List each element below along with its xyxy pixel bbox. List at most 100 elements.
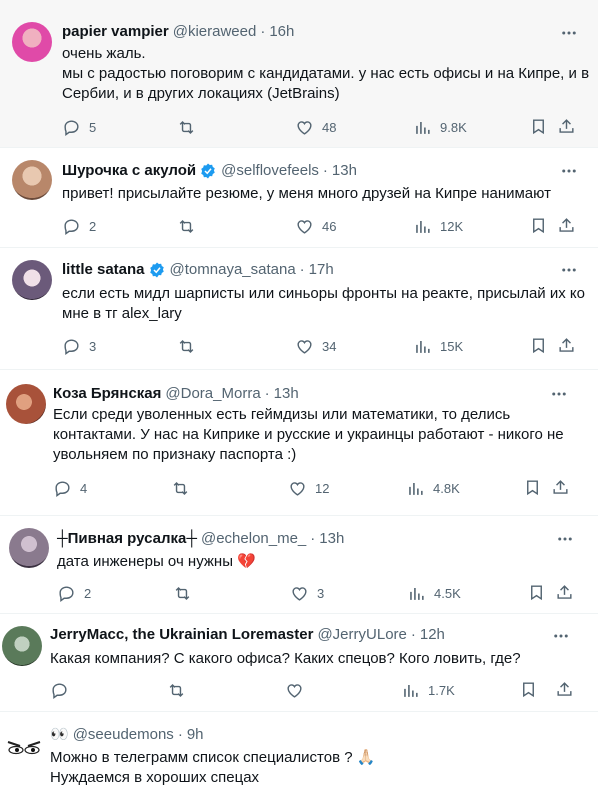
reply-button[interactable] — [50, 680, 69, 700]
bookmark-icon[interactable] — [529, 117, 548, 136]
like-button[interactable]: 34 — [295, 336, 336, 356]
tweet[interactable]: papier vampier @kieraweed · 16h очень жа… — [0, 0, 598, 148]
bookmark-icon[interactable] — [523, 478, 542, 497]
tweet[interactable]: ┼Пивная русалка┼ @echelon_me_ · 13h дата… — [0, 516, 598, 614]
views-count: 4.5K — [434, 585, 461, 601]
like-count: 48 — [322, 119, 337, 135]
author-name[interactable]: Коза Брянская — [53, 384, 161, 404]
avatar[interactable] — [6, 384, 46, 424]
tweet[interactable]: 👀 @seeudemons · 9h Можно в телеграмм спи… — [0, 712, 598, 801]
views-icon — [416, 340, 430, 353]
author-handle[interactable]: @kieraweed — [173, 22, 257, 42]
more-options-icon[interactable] — [560, 162, 578, 180]
views-button[interactable]: 4.5K — [407, 583, 461, 603]
retweet-button[interactable] — [167, 680, 186, 700]
like-button[interactable]: 48 — [295, 117, 336, 137]
reply-button[interactable]: 4 — [53, 478, 87, 498]
views-button[interactable]: 1.7K — [401, 680, 455, 700]
more-options-icon[interactable] — [552, 627, 570, 645]
reply-button[interactable]: 5 — [62, 117, 96, 137]
views-button[interactable]: 15K — [413, 336, 463, 356]
action-bar: 1.7K — [50, 680, 580, 700]
avatar[interactable] — [12, 260, 52, 300]
more-options-icon[interactable] — [556, 530, 574, 548]
share-icon[interactable] — [555, 680, 574, 699]
reply-count: 4 — [80, 480, 88, 496]
author-handle[interactable]: @JerryULore — [317, 625, 406, 645]
retweet-button[interactable] — [177, 216, 196, 236]
tweet[interactable]: JerryMacc, the Ukrainian Loremaster @Jer… — [0, 614, 598, 712]
avatar[interactable] — [12, 22, 52, 62]
like-count: 12 — [315, 480, 330, 496]
like-button[interactable]: 12 — [288, 478, 329, 498]
views-button[interactable]: 12K — [413, 216, 463, 236]
reply-button[interactable]: 2 — [57, 583, 91, 603]
bookmark-icon[interactable] — [519, 680, 538, 699]
views-count: 9.8K — [440, 119, 467, 135]
tweet[interactable]: little satana @tomnaya_satana · 17h если… — [0, 248, 598, 370]
author-handle[interactable]: @seeudemons — [73, 725, 174, 745]
retweet-icon — [169, 683, 184, 697]
heart-icon — [287, 683, 302, 698]
avatar[interactable] — [12, 160, 52, 200]
author-name[interactable]: Шурочка с акулой — [62, 161, 196, 181]
like-button[interactable]: 46 — [295, 216, 336, 236]
share-icon[interactable] — [557, 216, 576, 235]
tweet-text: Если среди уволенных есть геймдизы или м… — [53, 406, 564, 463]
avatar[interactable] — [4, 728, 44, 768]
retweet-icon — [175, 586, 190, 600]
more-options-icon[interactable] — [560, 261, 578, 279]
bookmark-icon[interactable] — [529, 336, 548, 355]
reply-icon — [64, 338, 79, 355]
reply-button[interactable]: 2 — [62, 216, 96, 236]
share-icon[interactable] — [551, 478, 570, 497]
author-name[interactable]: JerryMacc, the Ukrainian Loremaster — [50, 625, 313, 645]
timestamp[interactable]: 17h — [309, 260, 334, 280]
heart-icon — [290, 481, 305, 496]
timestamp[interactable]: 16h — [269, 22, 294, 42]
author-handle[interactable]: @echelon_me_ — [201, 529, 306, 549]
avatar[interactable] — [2, 626, 42, 666]
avatar[interactable] — [9, 528, 49, 568]
views-button[interactable]: 4.8K — [406, 478, 460, 498]
share-icon[interactable] — [557, 117, 576, 136]
timestamp[interactable]: 13h — [319, 529, 344, 549]
heart-icon — [297, 339, 312, 354]
bookmark-icon[interactable] — [527, 583, 546, 602]
author-handle[interactable]: @selflovefeels — [221, 161, 319, 181]
bookmark-icon[interactable] — [529, 216, 548, 235]
tweet-text: Какая компания? С какого офиса? Каких сп… — [50, 650, 521, 667]
more-options-icon[interactable] — [550, 385, 568, 403]
author-handle[interactable]: @tomnaya_satana — [170, 260, 296, 280]
views-button[interactable]: 9.8K — [413, 117, 467, 137]
retweet-icon — [173, 481, 188, 495]
separator-dot: · — [264, 385, 270, 402]
timestamp[interactable]: 12h — [420, 625, 445, 645]
tweet-text: очень жаль. мы с радостью поговорим с ка… — [62, 45, 590, 102]
more-options-icon[interactable] — [560, 24, 578, 42]
share-icon[interactable] — [555, 583, 574, 602]
views-icon — [404, 684, 418, 697]
like-button[interactable]: 3 — [290, 583, 324, 603]
retweet-button[interactable] — [171, 478, 190, 498]
retweet-button[interactable] — [173, 583, 192, 603]
like-button[interactable] — [285, 680, 304, 700]
reply-icon — [59, 585, 74, 602]
reply-button[interactable]: 3 — [62, 336, 96, 356]
author-handle[interactable]: @Dora_Morra — [165, 384, 260, 404]
author-name[interactable]: little satana — [62, 260, 145, 280]
timestamp[interactable]: 13h — [274, 384, 299, 404]
share-icon[interactable] — [557, 336, 576, 355]
author-name[interactable]: ┼Пивная русалка┼ — [57, 529, 197, 549]
author-name[interactable]: papier vampier — [62, 22, 169, 42]
retweet-icon — [179, 339, 194, 353]
separator-dot: · — [310, 530, 316, 547]
author-name[interactable]: 👀 — [50, 725, 69, 745]
tweet[interactable]: Коза Брянская @Dora_Morra · 13h Если сре… — [0, 370, 598, 516]
views-icon — [409, 482, 423, 495]
timestamp[interactable]: 13h — [332, 161, 357, 181]
retweet-button[interactable] — [177, 336, 196, 356]
tweet[interactable]: Шурочка с акулой @selflovefeels · 13h пр… — [0, 148, 598, 248]
retweet-button[interactable] — [177, 117, 196, 137]
timestamp[interactable]: 9h — [187, 725, 204, 745]
